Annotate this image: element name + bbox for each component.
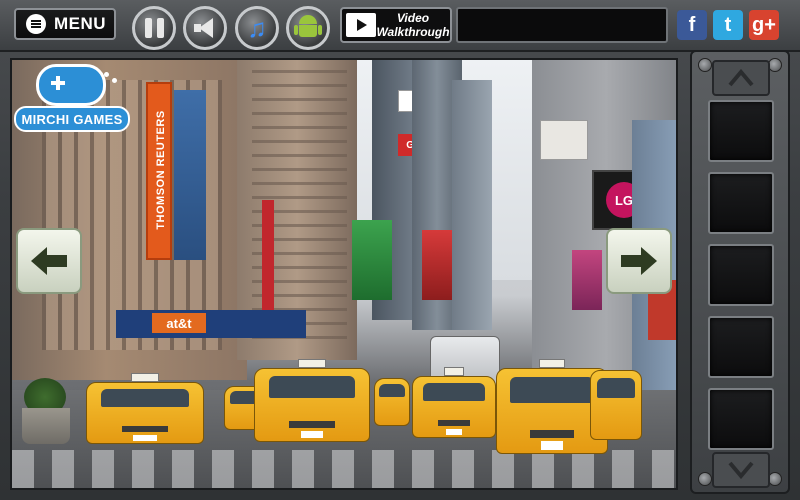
message-bar <box>456 7 668 43</box>
green-billboard <box>352 220 392 300</box>
google-plus-icon[interactable]: g+ <box>749 10 779 40</box>
screw-icon <box>768 472 782 486</box>
thomson-reuters-sign: THOMSON REUTERS <box>146 82 172 260</box>
twitter-icon[interactable]: t <box>713 10 743 40</box>
sound-button[interactable] <box>183 6 227 50</box>
chevron-down-icon <box>728 461 754 479</box>
menu-label: MENU <box>54 14 107 33</box>
inventory-scroll-down-button[interactable] <box>712 452 770 488</box>
music-button[interactable]: ♫ <box>235 6 279 50</box>
taxi-1 <box>86 373 204 444</box>
lg-text: LG <box>614 192 634 208</box>
screw-icon <box>698 58 712 72</box>
arrow-left-icon <box>31 247 67 275</box>
screw-icon <box>768 58 782 72</box>
android-button[interactable] <box>286 6 330 50</box>
billboard-person <box>540 120 588 160</box>
att-storefront <box>116 310 306 338</box>
inventory-slot-5[interactable] <box>708 388 774 450</box>
speaker-icon <box>194 18 216 38</box>
facebook-icon[interactable]: f <box>677 10 707 40</box>
inventory-slot-2[interactable] <box>708 172 774 234</box>
video-label-line2: Walkthrough <box>376 25 450 39</box>
logo-text: MIRCHI GAMES <box>14 106 130 132</box>
att-sign: at&t <box>152 313 206 333</box>
film-play-icon <box>346 13 376 37</box>
video-label-line1: Video <box>396 11 430 25</box>
crosswalk <box>12 450 676 488</box>
pink-billboard <box>572 250 602 310</box>
taxi-7 <box>590 370 642 440</box>
inventory-panel <box>690 50 790 494</box>
mirchi-games-logo: MIRCHI GAMES <box>14 62 130 136</box>
game-frame: MENU ♫ Video Walkthrough f t g+ THOMSON … <box>0 0 800 500</box>
menu-button[interactable]: MENU <box>14 8 116 40</box>
video-walkthrough-button[interactable]: Video Walkthrough <box>340 7 452 43</box>
android-icon <box>294 15 322 41</box>
music-note-icon: ♫ <box>247 13 267 43</box>
red-vertical-sign <box>262 200 274 310</box>
att-text: at&t <box>166 315 192 331</box>
taxi-3 <box>254 359 370 442</box>
inventory-slot-1[interactable] <box>708 100 774 162</box>
inventory-slot-3[interactable] <box>708 244 774 306</box>
thomson-reuters-text: THOMSON REUTERS <box>155 110 167 230</box>
chevron-up-icon <box>728 69 754 87</box>
menu-icon <box>26 14 46 34</box>
taxi-4 <box>374 378 410 426</box>
pause-button[interactable] <box>132 6 176 50</box>
inventory-slot-4[interactable] <box>708 316 774 378</box>
video-walkthrough-label: Video Walkthrough <box>376 11 450 39</box>
pause-icon <box>144 18 164 38</box>
inventory-scroll-up-button[interactable] <box>712 60 770 96</box>
planter-pot <box>22 408 70 444</box>
game-scene[interactable]: THOMSON REUTERS at&t GRCC LG <box>10 58 678 490</box>
tower-3 <box>452 80 492 330</box>
next-scene-button[interactable] <box>606 228 672 294</box>
red-billboard <box>422 230 452 300</box>
arrow-right-icon <box>621 247 657 275</box>
blue-screen-panel <box>174 90 206 260</box>
taxi-5 <box>412 367 496 438</box>
previous-scene-button[interactable] <box>16 228 82 294</box>
gamepad-icon <box>36 64 106 106</box>
top-toolbar: MENU ♫ Video Walkthrough f t g+ <box>0 0 800 52</box>
screw-icon <box>698 472 712 486</box>
